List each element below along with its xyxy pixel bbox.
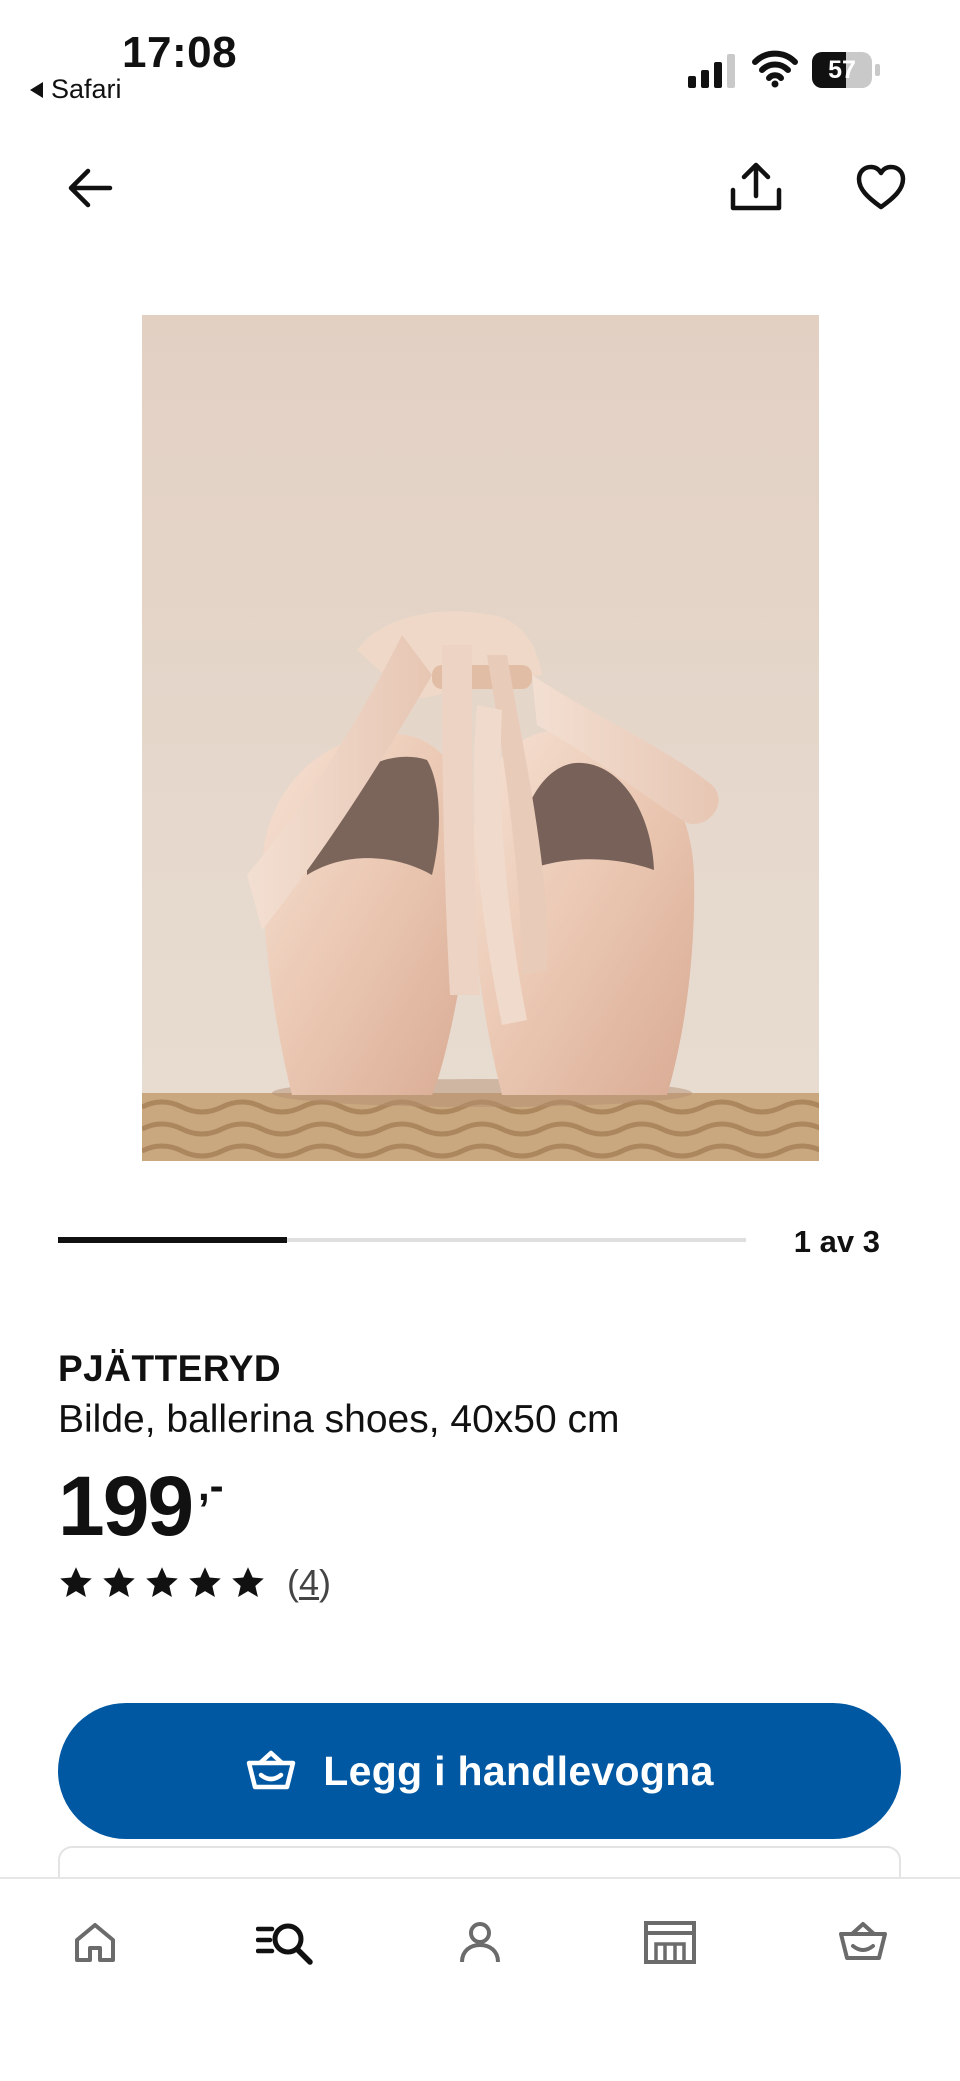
heart-icon[interactable] — [853, 160, 909, 216]
store-icon — [644, 1921, 696, 1964]
tab-search[interactable] — [256, 1912, 316, 1972]
bottom-tab-bar — [0, 1877, 960, 2081]
star-icon — [232, 1567, 264, 1597]
star-icon — [146, 1567, 178, 1597]
carousel-counter: 1 av 3 — [793, 1224, 880, 1259]
account-icon — [460, 1922, 500, 1963]
star-icon — [103, 1567, 135, 1597]
share-icon[interactable] — [726, 158, 786, 218]
review-count[interactable]: (4) — [287, 1562, 331, 1604]
add-to-cart-button[interactable]: Legg i handlevogna — [58, 1703, 901, 1839]
signal-icon — [688, 52, 735, 88]
wifi-icon — [752, 50, 798, 88]
battery-level: 57 — [828, 56, 856, 84]
product-image[interactable] — [142, 315, 819, 1161]
review-paren-close: ) — [319, 1562, 332, 1603]
star-icon — [60, 1567, 92, 1597]
search-list-icon — [256, 1923, 313, 1965]
basket-icon — [247, 1750, 296, 1790]
product-name: PJÄTTERYD — [58, 1348, 282, 1389]
product-price: 199 — [58, 1459, 194, 1553]
review-paren-open: ( — [287, 1562, 299, 1603]
tab-basket[interactable] — [833, 1912, 893, 1972]
status-time: 17:08 — [122, 28, 238, 77]
home-icon — [75, 1923, 115, 1962]
back-triangle-icon — [30, 81, 43, 98]
rating-stars — [58, 1565, 266, 1601]
arrow-left-icon[interactable] — [62, 160, 118, 216]
product-description: Bilde, ballerina shoes, 40x50 cm — [58, 1398, 620, 1441]
star-icon — [189, 1567, 221, 1597]
basket-icon — [839, 1922, 887, 1960]
review-count-number: 4 — [299, 1562, 320, 1603]
battery-icon: 57 — [812, 52, 882, 88]
tab-home[interactable] — [65, 1912, 125, 1972]
tab-account[interactable] — [450, 1912, 510, 1972]
price-suffix: ,- — [198, 1462, 224, 1509]
tab-store[interactable] — [640, 1912, 700, 1972]
rating[interactable]: (4) — [58, 1562, 331, 1604]
carousel-progress — [58, 1237, 746, 1243]
add-to-cart-label: Legg i handlevogna — [323, 1747, 714, 1794]
back-app-label: Safari — [51, 74, 122, 104]
back-to-app-link[interactable]: Safari — [30, 74, 122, 105]
